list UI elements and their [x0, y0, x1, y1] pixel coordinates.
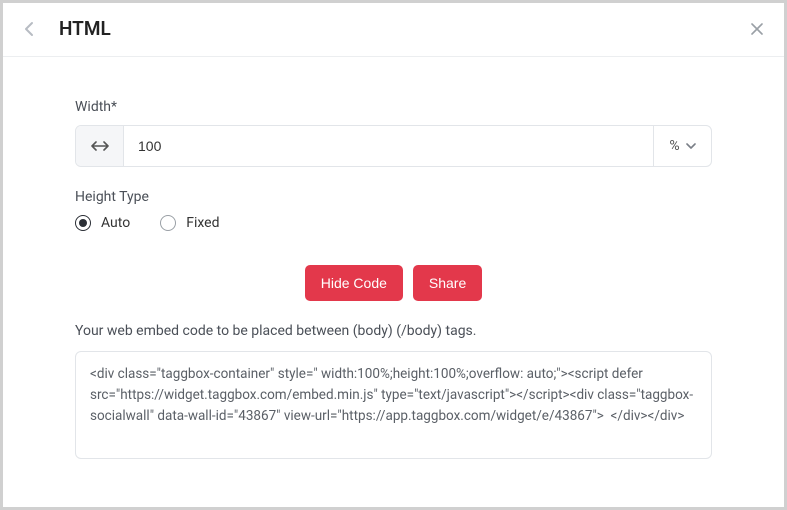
width-arrows-icon	[76, 126, 124, 166]
width-unit-label: %	[669, 138, 679, 154]
modal: HTML Width* % Height Type Auto	[0, 0, 787, 510]
button-row: Hide Code Share	[75, 265, 712, 301]
close-icon[interactable]	[748, 20, 766, 38]
embed-description: Your web embed code to be placed between…	[75, 323, 712, 339]
page-title: HTML	[59, 17, 748, 40]
height-type-radio-group: Auto Fixed	[75, 215, 712, 231]
radio-label: Auto	[101, 215, 130, 231]
back-chevron-icon[interactable]	[21, 20, 39, 38]
modal-body: Width* % Height Type Auto Fixed	[3, 57, 784, 487]
radio-label: Fixed	[186, 215, 219, 231]
radio-auto[interactable]: Auto	[75, 215, 130, 231]
radio-icon	[75, 215, 91, 231]
width-input[interactable]	[124, 126, 653, 166]
hide-code-button[interactable]: Hide Code	[305, 265, 403, 301]
radio-icon	[160, 215, 176, 231]
width-unit-select[interactable]: %	[653, 126, 711, 166]
radio-fixed[interactable]: Fixed	[160, 215, 219, 231]
share-button[interactable]: Share	[413, 265, 482, 301]
chevron-down-icon	[686, 143, 696, 149]
embed-code-textarea[interactable]	[75, 351, 712, 459]
width-label: Width*	[75, 99, 712, 115]
width-input-group: %	[75, 125, 712, 167]
modal-header: HTML	[3, 3, 784, 57]
height-type-label: Height Type	[75, 189, 712, 205]
